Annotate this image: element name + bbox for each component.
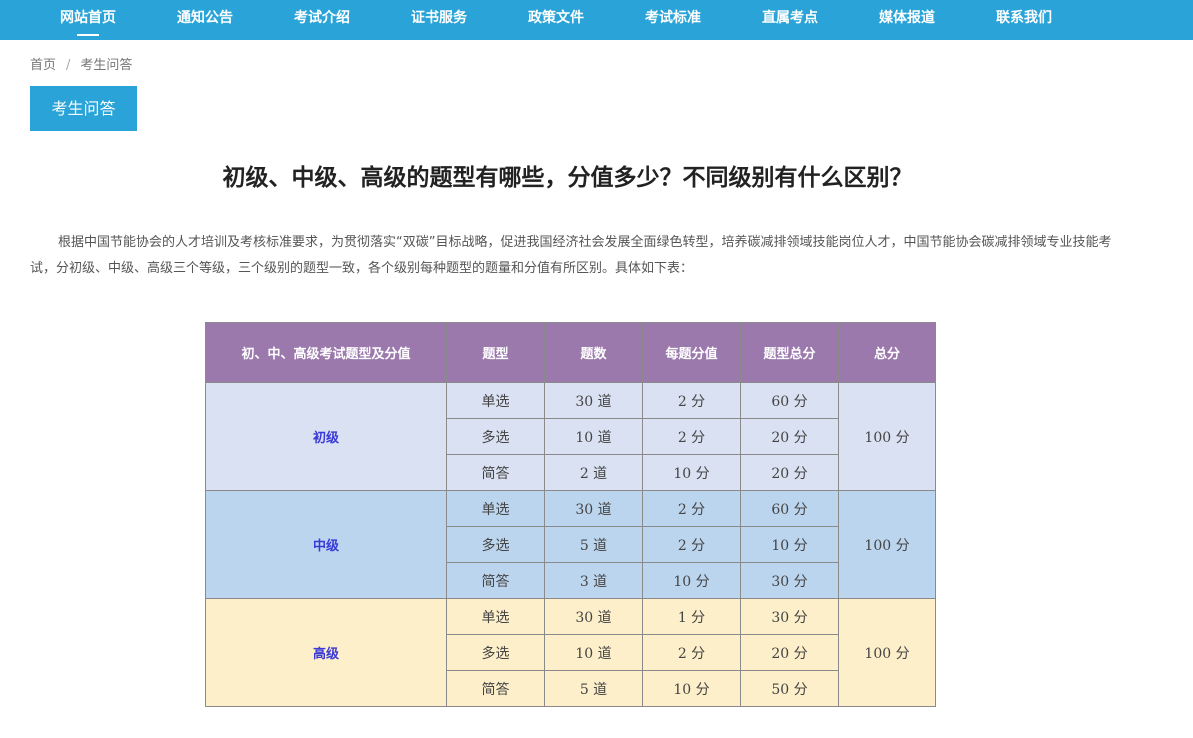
nav-item-certificate[interactable]: 证书服务 xyxy=(403,0,475,40)
cell-points-each: 1 分 xyxy=(642,598,741,635)
cell-count: 2 道 xyxy=(544,454,643,491)
table-row: 中级 单选 30 道 2 分 60 分 100 分 xyxy=(205,490,936,599)
header-question-type: 题型 xyxy=(446,322,545,383)
cell-type-total: 10 分 xyxy=(740,526,839,563)
cell-points-each: 2 分 xyxy=(642,490,741,527)
section-tab-faq[interactable]: 考生问答 xyxy=(30,86,137,131)
cell-type-total: 30 分 xyxy=(740,562,839,599)
breadcrumb-home-link[interactable]: 首页 xyxy=(30,58,56,73)
nav-item-test-centers[interactable]: 直属考点 xyxy=(754,0,826,40)
cell-points-each: 10 分 xyxy=(642,670,741,707)
cell-type: 单选 xyxy=(446,598,545,635)
table-row: 高级 单选 30 道 1 分 30 分 100 分 xyxy=(205,598,936,707)
cell-type: 单选 xyxy=(446,490,545,527)
header-type-total: 题型总分 xyxy=(740,322,839,383)
cell-count: 10 道 xyxy=(544,634,643,671)
breadcrumb-separator: / xyxy=(66,58,71,73)
level-intermediate: 中级 xyxy=(205,490,447,599)
cell-type: 简答 xyxy=(446,670,545,707)
table-header-row: 初、中、高级考试题型及分值 题型 题数 每题分值 题型总分 总分 xyxy=(205,322,936,383)
article-title: 初级、中级、高级的题型有哪些，分值多少？不同级别有什么区别？ xyxy=(222,165,913,191)
cell-count: 5 道 xyxy=(544,670,643,707)
total-junior: 100 分 xyxy=(838,382,936,491)
cell-points-each: 2 分 xyxy=(642,634,741,671)
nav-item-home[interactable]: 网站首页 xyxy=(52,0,124,40)
cell-type: 多选 xyxy=(446,526,545,563)
cell-points-each: 10 分 xyxy=(642,562,741,599)
cell-type-total: 20 分 xyxy=(740,634,839,671)
cell-type: 多选 xyxy=(446,418,545,455)
header-exam-types: 初、中、高级考试题型及分值 xyxy=(205,322,447,383)
breadcrumb-current: 考生问答 xyxy=(80,58,133,73)
cell-count: 3 道 xyxy=(544,562,643,599)
header-total-score: 总分 xyxy=(838,322,936,383)
cell-points-each: 10 分 xyxy=(642,454,741,491)
cell-type-total: 20 分 xyxy=(740,418,839,455)
cell-count: 5 道 xyxy=(544,526,643,563)
level-senior: 高级 xyxy=(205,598,447,707)
cell-count: 10 道 xyxy=(544,418,643,455)
nav-item-media[interactable]: 媒体报道 xyxy=(871,0,943,40)
table-row: 初级 单选 30 道 2 分 60 分 100 分 xyxy=(205,382,936,491)
cell-type-total: 60 分 xyxy=(740,490,839,527)
cell-count: 30 道 xyxy=(544,598,643,635)
nav-item-notices[interactable]: 通知公告 xyxy=(169,0,241,40)
total-intermediate: 100 分 xyxy=(838,490,936,599)
nav-item-standards[interactable]: 考试标准 xyxy=(637,0,709,40)
cell-points-each: 2 分 xyxy=(642,526,741,563)
cell-type-total: 20 分 xyxy=(740,454,839,491)
cell-type-total: 30 分 xyxy=(740,598,839,635)
cell-type: 简答 xyxy=(446,562,545,599)
cell-type: 简答 xyxy=(446,454,545,491)
header-points-each: 每题分值 xyxy=(642,322,741,383)
nav-item-exam-intro[interactable]: 考试介绍 xyxy=(286,0,358,40)
breadcrumb: 首页 / 考生问答 xyxy=(30,54,132,73)
nav-item-contact[interactable]: 联系我们 xyxy=(988,0,1060,40)
level-junior: 初级 xyxy=(205,382,447,491)
top-navbar: 网站首页 通知公告 考试介绍 证书服务 政策文件 考试标准 直属考点 媒体报道 … xyxy=(0,0,1193,40)
score-table: 初、中、高级考试题型及分值 题型 题数 每题分值 题型总分 总分 初级 单选 3… xyxy=(205,322,936,707)
cell-type: 单选 xyxy=(446,382,545,419)
header-question-count: 题数 xyxy=(544,322,643,383)
total-senior: 100 分 xyxy=(838,598,936,707)
article-intro: 根据中国节能协会的人才培训及考核标准要求，为贯彻落实“双碳”目标战略，促进我国经… xyxy=(30,235,1112,276)
cell-type-total: 60 分 xyxy=(740,382,839,419)
nav-item-policy[interactable]: 政策文件 xyxy=(520,0,592,40)
cell-count: 30 道 xyxy=(544,490,643,527)
cell-type-total: 50 分 xyxy=(740,670,839,707)
cell-type: 多选 xyxy=(446,634,545,671)
cell-points-each: 2 分 xyxy=(642,418,741,455)
cell-count: 30 道 xyxy=(544,382,643,419)
cell-points-each: 2 分 xyxy=(642,382,741,419)
